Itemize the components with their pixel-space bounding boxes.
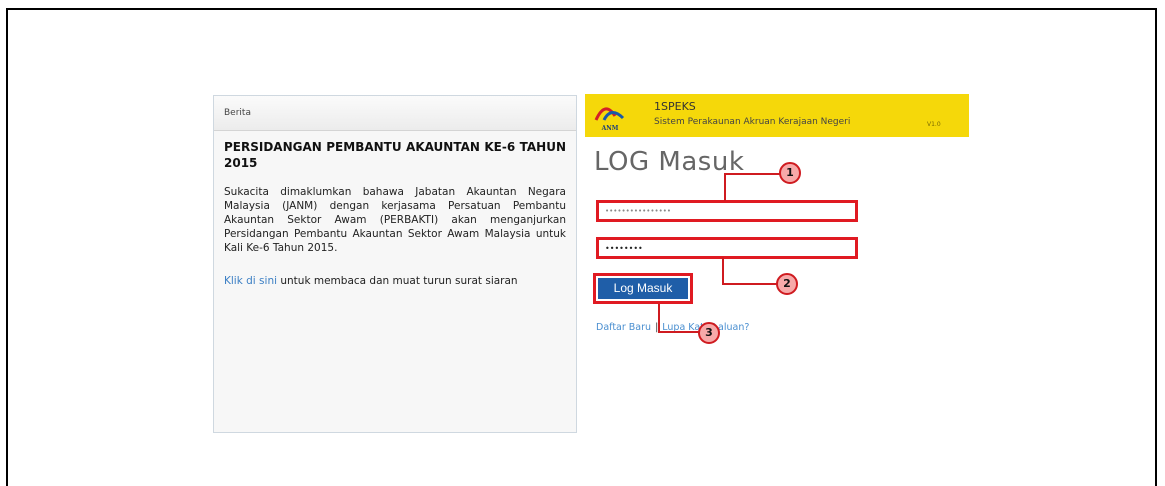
app-name: 1SPEKS <box>654 100 696 113</box>
register-link[interactable]: Daftar Baru <box>596 322 651 333</box>
callout-marker-3: 3 <box>698 322 720 344</box>
callout-marker-1: 1 <box>779 162 801 184</box>
username-field[interactable] <box>596 200 858 222</box>
news-link[interactable]: Klik di sini <box>224 275 277 287</box>
app-version: V1.0 <box>927 121 941 128</box>
callout-1-line-v <box>724 174 726 201</box>
news-link-suffix: untuk membaca dan muat turun surat siara… <box>277 275 518 287</box>
news-panel: Berita PERSIDANGAN PEMBANTU AKAUNTAN KE-… <box>213 95 577 433</box>
news-body: PERSIDANGAN PEMBANTU AKAUNTAN KE-6 TAHUN… <box>214 131 576 287</box>
app-subtitle: Sistem Perakaunan Akruan Kerajaan Negeri <box>654 117 851 127</box>
callout-2-line-h <box>722 283 778 285</box>
anm-logo-icon: ANM <box>593 98 627 134</box>
news-link-line: Klik di sini untuk membaca dan muat turu… <box>224 275 566 287</box>
login-button-highlight: Log Masuk <box>593 273 693 304</box>
news-header: Berita <box>214 96 576 131</box>
callout-2-line-v <box>722 257 724 285</box>
callout-1-line-h <box>724 173 781 175</box>
news-text: Sukacita dimaklumkan bahawa Jabatan Akau… <box>224 186 566 254</box>
callout-marker-2: 2 <box>776 273 798 295</box>
screenshot-frame <box>6 8 1157 486</box>
news-title: PERSIDANGAN PEMBANTU AKAUNTAN KE-6 TAHUN… <box>224 140 566 170</box>
login-title: LOG Masuk <box>594 147 745 177</box>
username-input[interactable] <box>605 203 845 219</box>
callout-3-line-h <box>658 331 699 333</box>
login-button[interactable]: Log Masuk <box>598 278 688 299</box>
password-field[interactable] <box>596 237 858 259</box>
logo-text: ANM <box>601 125 619 132</box>
app-banner: ANM 1SPEKS Sistem Perakaunan Akruan Kera… <box>585 94 969 137</box>
password-input[interactable] <box>605 240 845 256</box>
callout-3-line-v <box>658 304 660 333</box>
